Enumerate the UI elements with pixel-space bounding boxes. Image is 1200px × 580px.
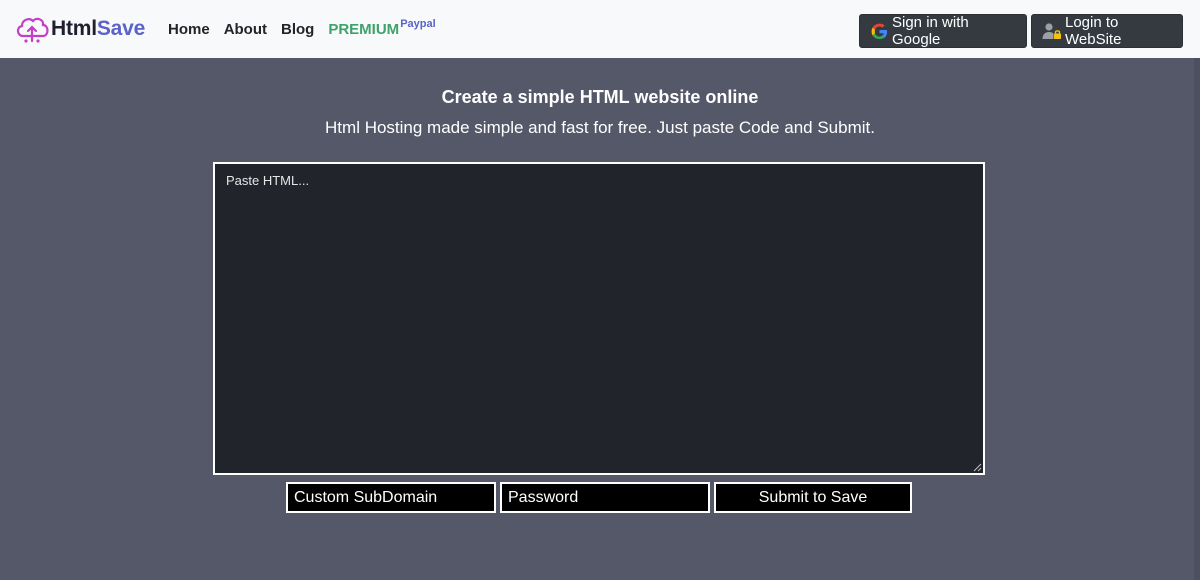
google-signin-label: Sign in with Google [892,14,969,48]
nav-premium-link[interactable]: PREMIUM [328,20,399,40]
google-signin-button[interactable]: Sign in with Google [859,14,1027,48]
brand-name-part1: Html [51,17,97,40]
premium-paypal-superscript: Paypal [400,18,436,30]
user-lock-icon [1042,23,1061,39]
login-website-button[interactable]: Login to WebSite [1031,14,1183,48]
submit-to-save-button[interactable]: Submit to Save [714,482,912,513]
login-website-label: Login to WebSite [1065,14,1122,48]
nav-home-link[interactable]: Home [168,20,210,40]
custom-subdomain-input[interactable] [286,482,496,513]
brand-name-part2: Save [96,17,146,40]
html-code-textarea[interactable] [213,162,985,475]
cloud-upload-logo-icon [16,17,49,43]
nav-about-link[interactable]: About [224,20,267,40]
password-input[interactable] [500,482,710,513]
hero-subtitle: Html Hosting made simple and fast for fr… [325,118,875,137]
google-g-icon [871,23,888,39]
main-nav: Home About Blog PREMIUM Paypal [168,18,436,40]
top-navbar: HtmlSave Home About Blog PREMIUM Paypal … [0,0,1200,58]
brand-name: HtmlSave [51,17,145,41]
hero-title: Create a simple HTML website online [441,87,759,107]
brand-logo[interactable]: HtmlSave [14,12,145,46]
textarea-resize-grip-icon[interactable] [972,462,982,472]
nav-blog-link[interactable]: Blog [281,20,314,40]
